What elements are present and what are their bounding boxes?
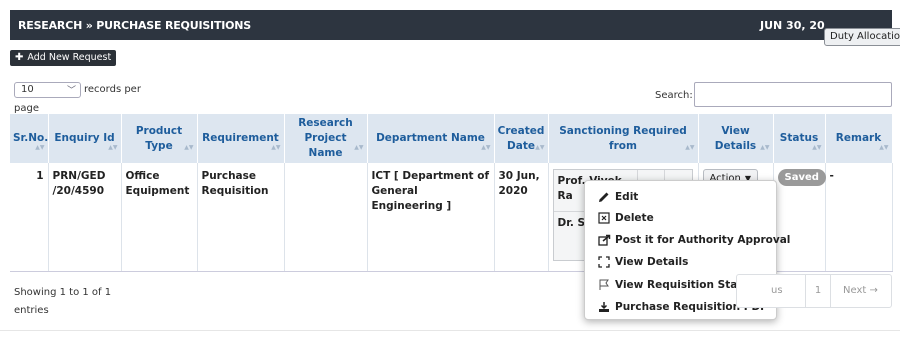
next-page-button[interactable]: Next → (843, 285, 878, 296)
menu-item-label: Delete (615, 212, 654, 224)
col-header-sanctioning[interactable]: Sanctioning Required from ▲▼ (548, 114, 699, 163)
flag-icon (597, 278, 611, 292)
cell-product-type: Office Equipment (121, 163, 198, 272)
previous-page-button[interactable]: us (771, 285, 783, 296)
menu-item-view-status[interactable]: View Requisition Status (597, 275, 756, 295)
col-header-remark[interactable]: Remark ▲▼ (825, 114, 893, 163)
download-icon (597, 300, 611, 314)
col-header-department[interactable]: Department Name ▲▼ (367, 114, 495, 163)
page-divider (0, 330, 900, 331)
cell-remark: - (825, 163, 893, 272)
plus-icon: ✚ (15, 52, 24, 63)
table-info: Showing 1 to 1 of 1 entries (14, 284, 111, 320)
pagination: us 1 Next → (736, 274, 892, 308)
records-per-page-select[interactable]: 10 ﹀ (14, 82, 81, 98)
records-page-label: page (14, 103, 39, 114)
records-per-label: records per (84, 84, 141, 95)
col-header-srno[interactable]: Sr.No. ▲▼ (10, 114, 49, 163)
status-badge: Saved (777, 169, 826, 186)
cell-research-project (284, 163, 368, 272)
cell-enquiry-id: PRN/GED /20/4590 (48, 163, 122, 272)
menu-item-view-details[interactable]: View Details (597, 252, 688, 272)
search-input[interactable] (694, 82, 892, 107)
duty-allocation-tooltip: Duty Allocation (824, 28, 900, 46)
cell-created-date: 30 Jun, 2020 (494, 163, 549, 272)
chevron-down-icon: ﹀ (66, 86, 76, 96)
table-info-line: entries (14, 305, 49, 316)
menu-item-label: Edit (615, 191, 639, 203)
menu-item-label: View Requisition Status (615, 279, 757, 291)
cell-department: ICT [ Department of General Engineering … (367, 163, 495, 272)
menu-item-post-approval[interactable]: Post it for Authority Approval (597, 230, 790, 250)
menu-item-delete[interactable]: Delete (597, 208, 654, 228)
add-new-request-button[interactable]: ✚ Add New Request (10, 50, 117, 66)
col-header-requirement[interactable]: Requirement ▲▼ (197, 114, 285, 163)
records-per-page-value: 10 (21, 84, 34, 95)
table-info-line: Showing 1 to 1 of 1 (14, 287, 112, 298)
delete-box-icon (597, 211, 611, 225)
col-header-view-details[interactable]: View Details ▲▼ (698, 114, 774, 163)
page-header-bar: RESEARCH » PURCHASE REQUISITIONS JUN 30,… (10, 10, 900, 46)
expand-icon (597, 255, 611, 269)
add-new-request-label: Add New Request (27, 52, 112, 63)
cell-status: Saved (773, 163, 826, 272)
cell-requirement: Purchase Requisition (197, 163, 285, 272)
col-header-status[interactable]: Status ▲▼ (773, 114, 826, 163)
col-header-created-date[interactable]: Created Date ▲▼ (494, 114, 549, 163)
search-label: Search: (655, 90, 693, 101)
header-date: JUN 30, 20 (760, 19, 825, 32)
col-header-research-project[interactable]: Research Project Name ▲▼ (284, 114, 368, 163)
col-header-enquiry-id[interactable]: Enquiry Id ▲▼ (48, 114, 122, 163)
col-header-product-type[interactable]: Product Type ▲▼ (121, 114, 198, 163)
share-icon (597, 233, 611, 247)
page-title: RESEARCH » PURCHASE REQUISITIONS (18, 19, 252, 32)
menu-item-label: Post it for Authority Approval (615, 234, 791, 246)
menu-item-edit[interactable]: Edit (597, 187, 638, 207)
cell-srno: 1 (10, 163, 49, 272)
page-number-button[interactable]: 1 (805, 275, 831, 307)
menu-item-label: View Details (615, 256, 689, 268)
table-header-row: Sr.No. ▲▼ Enquiry Id ▲▼ Product Type ▲▼ Req… (10, 114, 893, 163)
pencil-icon (597, 190, 611, 204)
